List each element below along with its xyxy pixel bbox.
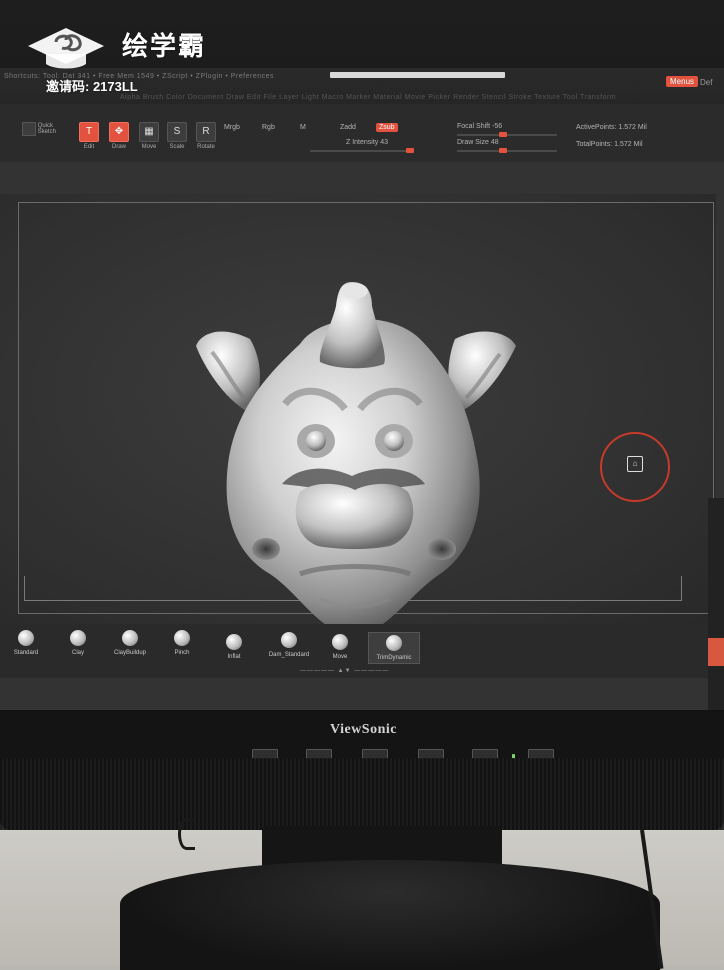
brush-ball-icon xyxy=(332,634,348,650)
watermark-invite-code: 邀请码: 2173LL xyxy=(46,79,138,94)
focal-shift-knob[interactable] xyxy=(499,132,507,137)
brush-label: Dam_Standard xyxy=(268,652,310,658)
monitor-brand-logo: ViewSonic xyxy=(330,722,397,737)
draw-button[interactable]: ✥ Draw xyxy=(108,122,130,150)
brush-ball-icon xyxy=(174,630,190,646)
brush-ball-icon xyxy=(122,630,138,646)
edit-button[interactable]: T Edit xyxy=(78,122,100,150)
brush-shelf: Standard Clay ClayBuildup Pinch Inflat D… xyxy=(0,624,716,678)
draw-size-knob[interactable] xyxy=(499,148,507,153)
menu-line: Shortcuts: Tool: Dat 341 • Free Mem 1549… xyxy=(4,73,274,80)
zbrush-toolbar: Quick Sketch T Edit ✥ Draw ▦ Move S Scal… xyxy=(0,104,724,162)
mortarboard-logo-icon xyxy=(28,28,104,69)
muzzle xyxy=(295,483,414,549)
progress-bar xyxy=(330,72,505,78)
monitor-bezel: Shortcuts: Tool: Dat 341 • Free Mem 1549… xyxy=(0,0,724,830)
scale-label: Scale xyxy=(169,144,185,150)
focal-shift-label: Focal Shift -56 xyxy=(457,123,503,130)
monitor-lower-grille xyxy=(0,758,724,830)
brush-label: Move xyxy=(332,654,348,660)
right-nostril xyxy=(428,538,456,560)
brush-ball-icon xyxy=(70,630,86,646)
brush-pinch[interactable]: Pinch xyxy=(160,630,204,656)
rotate-button[interactable]: R Rotate xyxy=(194,122,218,150)
right-eye xyxy=(384,431,404,451)
zadd-button[interactable]: Zadd xyxy=(340,124,356,131)
rgb-button[interactable]: Rgb xyxy=(262,124,275,131)
move-label: Move xyxy=(141,144,157,150)
m-button[interactable]: M xyxy=(300,124,306,131)
z-intensity-label: Z Intensity 43 xyxy=(346,139,389,146)
draw-label: Draw xyxy=(111,144,126,150)
scale-icon: S xyxy=(167,122,187,142)
brush-standard[interactable]: Standard xyxy=(4,630,48,656)
focal-shift-slider[interactable] xyxy=(457,132,557,137)
rotate-label: Rotate xyxy=(197,144,215,150)
active-points-readout: ActivePoints: 1.572 Mil xyxy=(576,124,647,131)
monitor-stand-base xyxy=(120,860,660,970)
monitor-screen: Shortcuts: Tool: Dat 341 • Free Mem 1549… xyxy=(0,68,724,710)
brush-label: Inflat xyxy=(227,654,241,660)
edit-icon: T xyxy=(79,122,99,142)
brush-ball-icon xyxy=(226,634,242,650)
rhino-head-sculpt[interactable] xyxy=(0,194,716,634)
z-intensity-slider[interactable] xyxy=(310,148,414,153)
draw-size-slider[interactable] xyxy=(457,148,557,153)
default-label: Def xyxy=(700,78,713,87)
document-canvas[interactable]: ⌂ xyxy=(0,194,716,634)
move-button[interactable]: ▦ Move xyxy=(138,122,160,150)
left-nostril xyxy=(252,538,280,560)
scale-button[interactable]: S Scale xyxy=(166,122,188,150)
menus-button[interactable]: Menus xyxy=(666,76,699,87)
draw-icon: ✥ xyxy=(109,122,129,142)
brush-ball-icon xyxy=(281,632,297,648)
z-intensity-knob[interactable] xyxy=(406,148,414,153)
brush-ball-icon xyxy=(386,635,402,651)
brush-claybuildup[interactable]: ClayBuildup xyxy=(108,630,152,656)
edit-label: Edit xyxy=(83,144,95,150)
quick-sketch-label: Quick Sketch xyxy=(37,123,57,135)
right-tray xyxy=(708,498,724,710)
brush-ball-icon xyxy=(18,630,34,646)
quick-sketch-button[interactable]: Quick Sketch xyxy=(22,122,68,136)
total-points-readout: TotalPoints: 1.572 Mil xyxy=(576,141,643,148)
draw-size-label: Draw Size 48 xyxy=(457,139,499,146)
zsub-button[interactable]: Zsub xyxy=(376,123,398,132)
brush-label: Clay xyxy=(71,650,84,656)
camera-icon[interactable]: ⌂ xyxy=(627,456,643,472)
shelf-scroll-arrows[interactable]: ————— ▲▼ ————— xyxy=(300,668,389,674)
mrgb-button[interactable]: Mrgb xyxy=(224,124,240,131)
menu-line-palettes: Alpha Brush Color Document Draw Edit Fil… xyxy=(120,94,617,101)
brush-label: Pinch xyxy=(174,650,190,656)
brush-dam-standard[interactable]: Dam_Standard xyxy=(264,632,314,658)
quick-sketch-icon xyxy=(22,122,36,136)
brush-clay[interactable]: Clay xyxy=(56,630,100,656)
left-eye xyxy=(306,431,326,451)
brush-trimdynamic[interactable]: TrimDynamic xyxy=(368,632,420,664)
rotate-icon: R xyxy=(196,122,216,142)
brush-label: ClayBuildup xyxy=(113,650,147,656)
cable-left xyxy=(178,818,195,850)
brush-label: TrimDynamic xyxy=(376,655,412,661)
move-icon: ▦ xyxy=(139,122,159,142)
brush-inflat[interactable]: Inflat xyxy=(212,634,256,660)
watermark-title: 绘学霸 xyxy=(122,31,207,61)
tray-tab[interactable] xyxy=(708,638,724,666)
brush-label: Standard xyxy=(13,650,39,656)
brush-move[interactable]: Move xyxy=(318,634,362,660)
navigation-gizmo[interactable]: ⌂ xyxy=(600,432,670,502)
